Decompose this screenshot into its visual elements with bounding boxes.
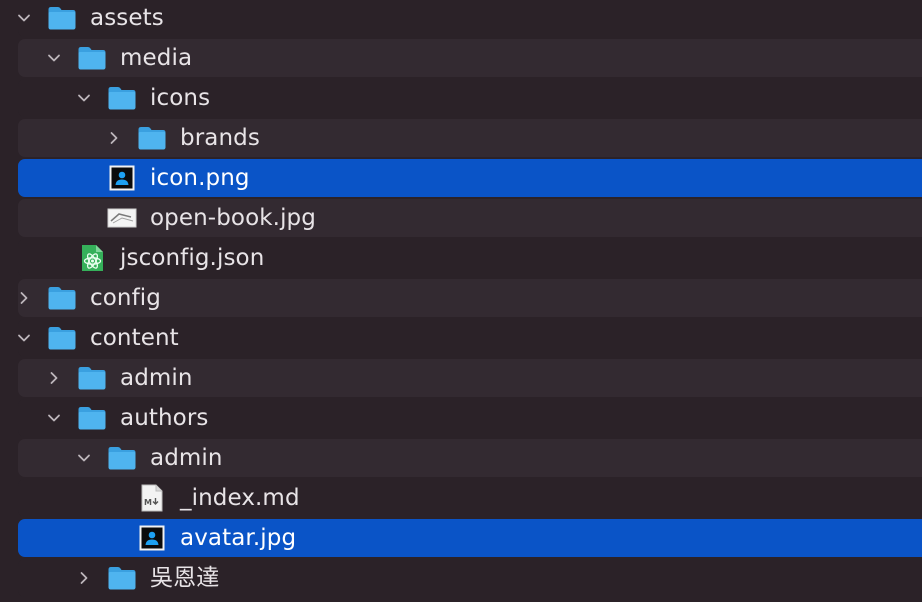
tree-row-file[interactable]: open-book.jpg bbox=[18, 199, 922, 237]
tree-row-label: icon.png bbox=[150, 165, 250, 191]
svg-text:M: M bbox=[144, 498, 152, 507]
folder-icon bbox=[47, 283, 77, 313]
chevron-right-icon[interactable] bbox=[74, 568, 94, 588]
chevron-down-icon[interactable] bbox=[74, 448, 94, 468]
tree-row-folder[interactable]: admin bbox=[18, 439, 922, 477]
tree-row-folder[interactable]: authors bbox=[18, 399, 922, 437]
tree-row-folder[interactable]: config bbox=[18, 279, 922, 317]
folder-icon bbox=[47, 323, 77, 353]
tree-row-folder[interactable]: icons bbox=[18, 79, 922, 117]
folder-icon bbox=[137, 123, 167, 153]
folder-icon bbox=[77, 363, 107, 393]
folder-icon bbox=[47, 3, 77, 33]
image-thumbnail-icon bbox=[107, 203, 137, 233]
tree-row-label: assets bbox=[90, 5, 164, 31]
folder-icon bbox=[107, 563, 137, 593]
tree-row-label: open-book.jpg bbox=[150, 205, 316, 231]
markdown-file-icon: M bbox=[137, 483, 167, 513]
tree-row-label: admin bbox=[150, 445, 223, 471]
tree-row-label: config bbox=[90, 285, 161, 311]
tree-row-folder[interactable]: assets bbox=[18, 0, 922, 37]
tree-row-file[interactable]: M _index.md bbox=[18, 479, 922, 517]
chevron-right-icon[interactable] bbox=[104, 128, 124, 148]
chevron-down-icon[interactable] bbox=[14, 328, 34, 348]
tree-row-label: _index.md bbox=[180, 485, 300, 511]
chevron-down-icon[interactable] bbox=[44, 408, 64, 428]
atom-json-file-icon bbox=[77, 243, 107, 273]
chevron-right-icon[interactable] bbox=[14, 288, 34, 308]
tree-row-folder[interactable]: content bbox=[18, 319, 922, 357]
file-tree: assets media icons brands icon.png open-book.… bbox=[0, 0, 922, 602]
tree-row-label: jsconfig.json bbox=[120, 245, 265, 271]
folder-icon bbox=[77, 43, 107, 73]
chevron-down-icon[interactable] bbox=[44, 48, 64, 68]
tree-row-folder[interactable]: media bbox=[18, 39, 922, 77]
tree-row-label: avatar.jpg bbox=[180, 525, 297, 551]
image-file-icon bbox=[137, 523, 167, 553]
tree-row-label: authors bbox=[120, 405, 209, 431]
folder-icon bbox=[107, 443, 137, 473]
tree-row-file[interactable]: jsconfig.json bbox=[18, 239, 922, 277]
tree-row-file[interactable]: icon.png bbox=[18, 159, 922, 197]
tree-row-folder[interactable]: 吳恩達 bbox=[18, 559, 922, 597]
folder-icon bbox=[77, 403, 107, 433]
tree-row-label: brands bbox=[180, 125, 260, 151]
tree-row-label: 吳恩達 bbox=[150, 565, 220, 591]
tree-row-folder[interactable]: admin bbox=[18, 359, 922, 397]
chevron-down-icon[interactable] bbox=[14, 8, 34, 28]
tree-row-label: icons bbox=[150, 85, 211, 111]
chevron-right-icon[interactable] bbox=[44, 368, 64, 388]
folder-icon bbox=[107, 83, 137, 113]
tree-row-label: content bbox=[90, 325, 179, 351]
tree-row-label: admin bbox=[120, 365, 193, 391]
chevron-down-icon[interactable] bbox=[74, 88, 94, 108]
image-file-icon bbox=[107, 163, 137, 193]
tree-row-label: media bbox=[120, 45, 193, 71]
tree-row-file[interactable]: avatar.jpg bbox=[18, 519, 922, 557]
tree-row-folder[interactable]: brands bbox=[18, 119, 922, 157]
